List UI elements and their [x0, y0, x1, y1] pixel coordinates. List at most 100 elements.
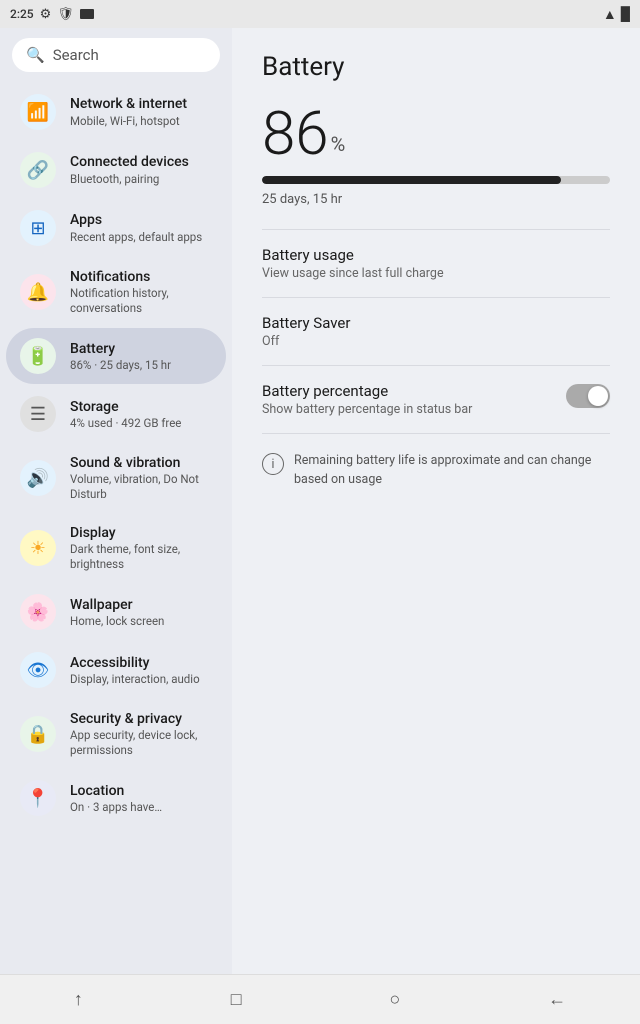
gear-icon: ⚙ [40, 7, 52, 22]
storage-icon: ☰ [20, 396, 56, 432]
status-bar: 2:25 ⚙ 🛡 ▲ █ [0, 0, 640, 28]
sidebar-title-location: Location [70, 782, 162, 800]
page-title: Battery [262, 52, 610, 82]
sidebar-item-storage[interactable]: ☰ Storage4% used · 492 GB free [6, 386, 226, 442]
search-bar[interactable]: 🔍 Search [12, 38, 220, 72]
sidebar-item-display[interactable]: ☀ DisplayDark theme, font size, brightnes… [6, 514, 226, 582]
battery-progress-fill [262, 176, 561, 184]
battery-icon: 🔋 [20, 338, 56, 374]
settings-row-text-battery-saver: Battery SaverOff [262, 314, 350, 349]
shield-icon: 🛡 [57, 7, 74, 22]
sidebar-item-notifications[interactable]: 🔔 NotificationsNotification history, conv… [6, 258, 226, 326]
time: 2:25 [10, 7, 34, 21]
sidebar-subtitle-apps: Recent apps, default apps [70, 230, 202, 245]
settings-row-subtitle-battery-usage: View usage since last full charge [262, 266, 444, 281]
battery-status-icon: █ [621, 6, 630, 22]
sidebar-title-security: Security & privacy [70, 710, 212, 728]
sidebar-text-wallpaper: WallpaperHome, lock screen [70, 596, 164, 629]
sidebar-title-accessibility: Accessibility [70, 654, 200, 672]
sidebar-text-accessibility: AccessibilityDisplay, interaction, audio [70, 654, 200, 687]
toggle-battery-percentage[interactable] [566, 384, 610, 408]
sidebar-text-connected: Connected devicesBluetooth, pairing [70, 153, 189, 186]
sidebar-subtitle-security: App security, device lock, permissions [70, 728, 212, 758]
sidebar-subtitle-notifications: Notification history, conversations [70, 286, 212, 316]
sidebar-title-connected: Connected devices [70, 153, 189, 171]
sidebar-subtitle-wallpaper: Home, lock screen [70, 614, 164, 629]
battery-progress-bar [262, 176, 610, 184]
accessibility-icon: 👁 [20, 652, 56, 688]
settings-row-battery-saver[interactable]: Battery SaverOff [262, 297, 610, 365]
screenshot-icon [80, 9, 94, 19]
settings-row-battery-percentage[interactable]: Battery percentage Show battery percentag… [262, 365, 610, 434]
sidebar-text-sound: Sound & vibrationVolume, vibration, Do N… [70, 454, 212, 502]
sidebar-item-sound[interactable]: 🔊 Sound & vibrationVolume, vibration, Do … [6, 444, 226, 512]
wallpaper-icon: 🌸 [20, 594, 56, 630]
connected-icon: 🔗 [20, 152, 56, 188]
sidebar: 🔍 Search 📶 Network & internetMobile, Wi-F… [0, 28, 232, 974]
sidebar-item-network[interactable]: 📶 Network & internetMobile, Wi-Fi, hotspo… [6, 84, 226, 140]
sidebar-item-apps[interactable]: ⊞ AppsRecent apps, default apps [6, 200, 226, 256]
sidebar-item-accessibility[interactable]: 👁 AccessibilityDisplay, interaction, audi… [6, 642, 226, 698]
sidebar-text-location: LocationOn · 3 apps have… [70, 782, 162, 815]
sidebar-text-notifications: NotificationsNotification history, conve… [70, 268, 212, 316]
info-row: i Remaining battery life is approximate … [262, 452, 610, 490]
sidebar-text-storage: Storage4% used · 492 GB free [70, 398, 181, 431]
sidebar-subtitle-network: Mobile, Wi-Fi, hotspot [70, 114, 187, 129]
sidebar-title-storage: Storage [70, 398, 181, 416]
sidebar-item-connected[interactable]: 🔗 Connected devicesBluetooth, pairing [6, 142, 226, 198]
search-text: Search [53, 46, 99, 64]
share-nav-button[interactable]: ↑ [54, 981, 103, 1018]
content-rows: Battery usage View usage since last full … [262, 229, 610, 434]
sidebar-item-location[interactable]: 📍 LocationOn · 3 apps have… [6, 770, 226, 826]
sidebar-title-notifications: Notifications [70, 268, 212, 286]
sidebar-subtitle-location: On · 3 apps have… [70, 800, 162, 815]
sidebar-subtitle-sound: Volume, vibration, Do Not Disturb [70, 472, 212, 502]
sidebar-title-battery: Battery [70, 340, 171, 358]
settings-row-text-battery-usage: Battery usage View usage since last full … [262, 246, 444, 281]
search-container: 🔍 Search [0, 28, 232, 82]
sidebar-text-display: DisplayDark theme, font size, brightness [70, 524, 212, 572]
recents-nav-button[interactable]: □ [211, 981, 262, 1018]
info-text: Remaining battery life is approximate an… [294, 452, 610, 490]
content-area: Battery 86 % 25 days, 15 hr Battery usag… [232, 28, 640, 974]
share-icon: ↑ [74, 989, 83, 1010]
sidebar-title-network: Network & internet [70, 95, 187, 113]
battery-percent-row: 86 % [262, 104, 610, 164]
sidebar-title-display: Display [70, 524, 212, 542]
sidebar-item-security[interactable]: 🔒 Security & privacyApp security, device … [6, 700, 226, 768]
sidebar-subtitle-display: Dark theme, font size, brightness [70, 542, 212, 572]
settings-row-battery-usage[interactable]: Battery usage View usage since last full … [262, 229, 610, 297]
sidebar-text-battery: Battery86% · 25 days, 15 hr [70, 340, 171, 373]
sidebar-subtitle-battery: 86% · 25 days, 15 hr [70, 358, 171, 373]
notifications-icon: 🔔 [20, 274, 56, 310]
settings-row-subtitle-battery-saver: Off [262, 334, 350, 349]
home-icon: ○ [389, 989, 400, 1010]
settings-row-title-battery-usage: Battery usage [262, 246, 444, 264]
sidebar-text-network: Network & internetMobile, Wi-Fi, hotspot [70, 95, 187, 128]
sidebar-title-wallpaper: Wallpaper [70, 596, 164, 614]
sidebar-item-wallpaper[interactable]: 🌸 WallpaperHome, lock screen [6, 584, 226, 640]
display-icon: ☀ [20, 530, 56, 566]
status-right: ▲ █ [603, 6, 630, 23]
info-icon: i [262, 453, 284, 475]
sidebar-title-sound: Sound & vibration [70, 454, 212, 472]
sidebar-items-container: 📶 Network & internetMobile, Wi-Fi, hotspo… [0, 82, 232, 828]
security-icon: 🔒 [20, 716, 56, 752]
sound-icon: 🔊 [20, 460, 56, 496]
settings-row-subtitle-battery-percentage: Show battery percentage in status bar [262, 402, 472, 417]
wifi-icon: ▲ [603, 6, 617, 23]
back-nav-button[interactable]: ← [528, 981, 586, 1018]
apps-icon: ⊞ [20, 210, 56, 246]
sidebar-item-battery[interactable]: 🔋 Battery86% · 25 days, 15 hr [6, 328, 226, 384]
network-icon: 📶 [20, 94, 56, 130]
status-left: 2:25 ⚙ 🛡 [10, 7, 94, 22]
sidebar-text-apps: AppsRecent apps, default apps [70, 211, 202, 244]
location-icon: 📍 [20, 780, 56, 816]
sidebar-title-apps: Apps [70, 211, 202, 229]
search-icon: 🔍 [26, 46, 45, 64]
back-icon: ← [548, 989, 566, 1010]
recents-icon: □ [231, 989, 242, 1010]
bottom-nav: ↑ □ ○ ← [0, 974, 640, 1024]
settings-row-title-battery-percentage: Battery percentage [262, 382, 472, 400]
home-nav-button[interactable]: ○ [369, 981, 420, 1018]
